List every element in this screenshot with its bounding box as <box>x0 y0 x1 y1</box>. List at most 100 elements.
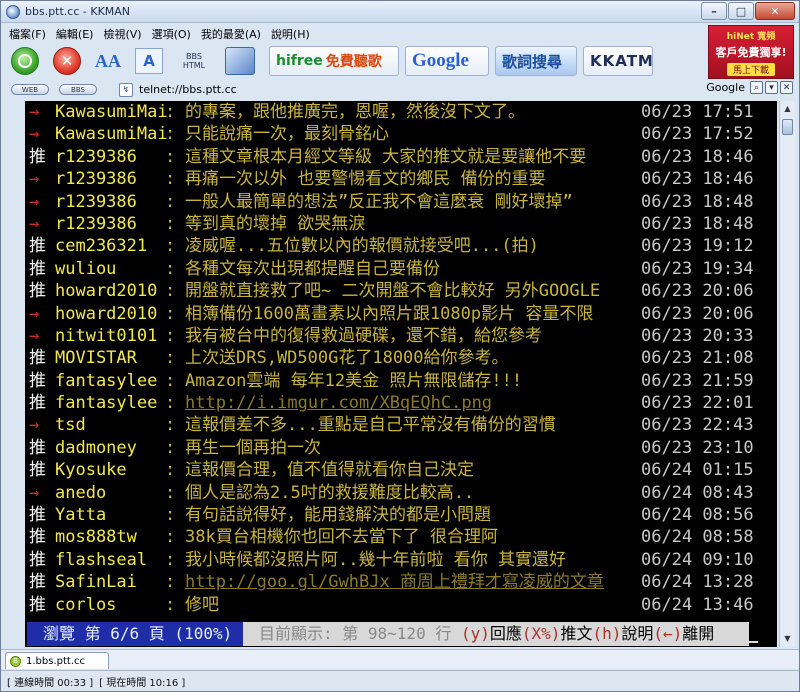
comment-text[interactable]: http://goo.gl/GwhBJx 商周上禮拜才寫凌威的文章 <box>185 571 604 593</box>
title-bar[interactable]: bbs.ptt.cc - KKMAN – □ ✕ <box>1 1 799 23</box>
comment-user: cem236321 <box>55 236 148 257</box>
comment-user: fantasylee <box>55 370 158 391</box>
comment-row: 推 MOVISTAR: 上次送DRS,WD500G花了18000給你參考。 06/23… <box>25 347 777 369</box>
cube-icon <box>225 47 255 75</box>
comment-row: → KawasumiMai: 的專案，跟他推廣完，恩喔，然後沒下文了。 06/23 1… <box>25 101 777 123</box>
banner-text: 客戶免費獨享! <box>715 46 787 59</box>
comment-text: 這報價合理，值不值得就看你自己決定 <box>185 460 474 481</box>
comment-time: 06/24 13:28 <box>641 572 754 593</box>
comment-text: 38k買台相機你也回不去當下了 很合理阿 <box>185 527 498 548</box>
menu-favorites[interactable]: 我的最愛(A) <box>201 26 261 42</box>
comment-text: 開盤就直接救了吧~ 二次開盤不會比較好 另外GOOGLE <box>185 281 601 302</box>
comment-row: → howard2010: 相簿備份1600萬畫素以內照片跟1080p影片 容量不限… <box>25 303 777 325</box>
scroll-thumb[interactable] <box>782 119 793 135</box>
comment-row: → KawasumiMai: 只能說痛一次，最刻骨銘心 06/23 17:52 <box>25 123 777 145</box>
menu-options[interactable]: 選項(O) <box>152 26 191 42</box>
comment-row: 推 cem236321: 凌威喔...五位數以內的報價就接受吧...(拍) 06/23… <box>25 235 777 257</box>
cube-button[interactable] <box>225 45 255 77</box>
minimize-button[interactable]: – <box>701 2 727 20</box>
comment-time: 06/23 20:06 <box>641 303 754 324</box>
comment-row: → anedo: 個人是認為2.5吋的救援難度比較高.. 06/24 08:43 <box>25 482 777 504</box>
stop-icon: ✕ <box>53 47 81 75</box>
maximize-button[interactable]: □ <box>728 2 754 20</box>
comment-text: Amazon雲端 每年12美金 照片無限儲存!!! <box>185 370 523 391</box>
terminal-scrollbar[interactable]: ▲ ▼ <box>779 101 795 647</box>
comment-text[interactable]: http://i.imgur.com/XBqEQhC.png <box>185 392 492 414</box>
banner-download-button[interactable]: 馬上下載 <box>726 63 775 76</box>
comment-colon: : <box>165 124 176 145</box>
comment-colon: : <box>165 102 176 122</box>
scroll-up-icon[interactable]: ▲ <box>782 104 793 114</box>
comment-tag: 推 <box>29 437 46 458</box>
menu-bar: 檔案(F) 編輯(E) 檢視(V) 選項(O) 我的最愛(A) 說明(H) <box>1 24 709 43</box>
comment-colon: : <box>165 527 176 548</box>
hinet-banner-ad[interactable]: hiNet 寬頻 客戶免費獨享! 馬上下載 <box>708 25 794 79</box>
menu-file[interactable]: 檔案(F) <box>9 26 46 42</box>
comment-time: 06/23 21:59 <box>641 370 754 391</box>
comment-text: 一般人最簡單的想法”反正我不會這麼衰 剛好壞掉” <box>185 191 573 212</box>
comment-row: 推 r1239386: 這種文章根本月經文等級 大家的推文就是要讓他不要 06/23 … <box>25 146 777 168</box>
comment-time: 06/23 17:51 <box>641 102 754 122</box>
comment-row: 推 corlos: 修吧 06/24 13:46 <box>25 594 777 616</box>
comment-text: 我有被台中的復得救過硬碟，還不錯，給您參考 <box>185 325 542 346</box>
lyrics-search-button[interactable]: 歌詞搜尋 <box>495 46 577 76</box>
leave-hint: 離開 <box>682 624 715 643</box>
dropdown-icon[interactable]: ▾ <box>765 81 778 94</box>
comment-user: SafinLai <box>55 572 137 593</box>
push-key: (X%) <box>521 624 561 643</box>
comment-tag: 推 <box>29 258 46 279</box>
connect-time: [ 連線時間 00:33 ] <box>7 677 94 689</box>
web-mode-button[interactable]: WEB <box>11 84 49 95</box>
comment-colon: : <box>165 393 176 414</box>
close-button[interactable]: ✕ <box>755 2 795 20</box>
comment-tag: → <box>29 303 40 324</box>
bbs-mode-button[interactable]: BBS <box>59 84 97 95</box>
comment-row: 推 fantasylee: http://i.imgur.com/XBqEQhC.p… <box>25 392 777 414</box>
google-button[interactable]: Google <box>405 46 489 76</box>
comment-text: 再生一個再拍一次 <box>185 437 321 458</box>
status-bar: [ 連線時間 00:33 ] [ 現在時間 10:16 ] <box>1 670 799 691</box>
address-input[interactable]: telnet://bbs.ptt.cc <box>139 83 237 96</box>
menu-view[interactable]: 檢視(V) <box>103 26 141 42</box>
font-style-icon: A <box>135 48 163 74</box>
comment-user: MOVISTAR <box>55 348 137 369</box>
search-engine-label[interactable]: Google <box>706 81 745 94</box>
comment-user: anedo <box>55 482 107 503</box>
comment-user: Yatta <box>55 505 107 526</box>
connect-button[interactable] <box>11 45 39 77</box>
close-search-icon[interactable]: ✕ <box>780 81 793 94</box>
comment-row: 推 wuliou: 各種文每次出現都提醒自己要備份 06/23 19:34 <box>25 258 777 280</box>
comment-text: 這種文章根本月經文等級 大家的推文就是要讓他不要 <box>185 146 587 167</box>
comment-time: 06/23 20:06 <box>641 281 754 302</box>
comment-tag: 推 <box>29 281 46 302</box>
font-style-button[interactable]: A <box>135 45 163 77</box>
comment-text: 相簿備份1600萬畫素以內照片跟1080p影片 容量不限 <box>185 303 594 324</box>
hifree-ad[interactable]: hifree 免費聽歌 <box>269 46 399 76</box>
tab-bbs-ptt[interactable]: B 1.bbs.ptt.cc <box>5 652 109 669</box>
bbs-html-button[interactable]: BBS HTML <box>177 45 211 77</box>
comment-time: 06/23 17:52 <box>641 124 754 145</box>
kkman-app-icon <box>6 5 20 19</box>
line-range: 目前顯示: 第 98~120 行 <box>259 624 452 643</box>
comment-row: 推 Kyosuke: 這報價合理，值不值得就看你自己決定 06/24 01:15 <box>25 459 777 481</box>
comment-text: 修吧 <box>185 594 219 615</box>
kkatm-button[interactable]: KKATM <box>583 46 653 76</box>
comment-text: 各種文每次出現都提醒自己要備份 <box>185 258 440 279</box>
comment-tag: 推 <box>29 549 46 570</box>
comment-tag: 推 <box>29 146 46 167</box>
menu-edit[interactable]: 編輯(E) <box>56 26 94 42</box>
font-size-button[interactable]: AA <box>95 45 121 77</box>
comment-user: corlos <box>55 594 117 615</box>
tab-label: 1.bbs.ptt.cc <box>26 655 85 667</box>
terminal-cursor <box>749 641 758 643</box>
stop-button[interactable]: ✕ <box>53 45 81 77</box>
comment-user: tsd <box>55 415 86 436</box>
comment-row: 推 SafinLai: http://goo.gl/GwhBJx 商周上禮拜才寫凌威… <box>25 571 777 593</box>
comment-time: 06/24 08:43 <box>641 482 754 503</box>
comment-time: 06/23 19:34 <box>641 258 754 279</box>
scroll-down-icon[interactable]: ▼ <box>782 634 793 644</box>
bbs-terminal[interactable]: → KawasumiMai: 的專案，跟他推廣完，恩喔，然後沒下文了。 06/23 1… <box>25 101 777 647</box>
search-icon[interactable]: ⌕ <box>750 81 763 94</box>
menu-help[interactable]: 說明(H) <box>271 26 310 42</box>
kkman-window: bbs.ptt.cc - KKMAN – □ ✕ 檔案(F) 編輯(E) 檢視(… <box>0 0 800 692</box>
